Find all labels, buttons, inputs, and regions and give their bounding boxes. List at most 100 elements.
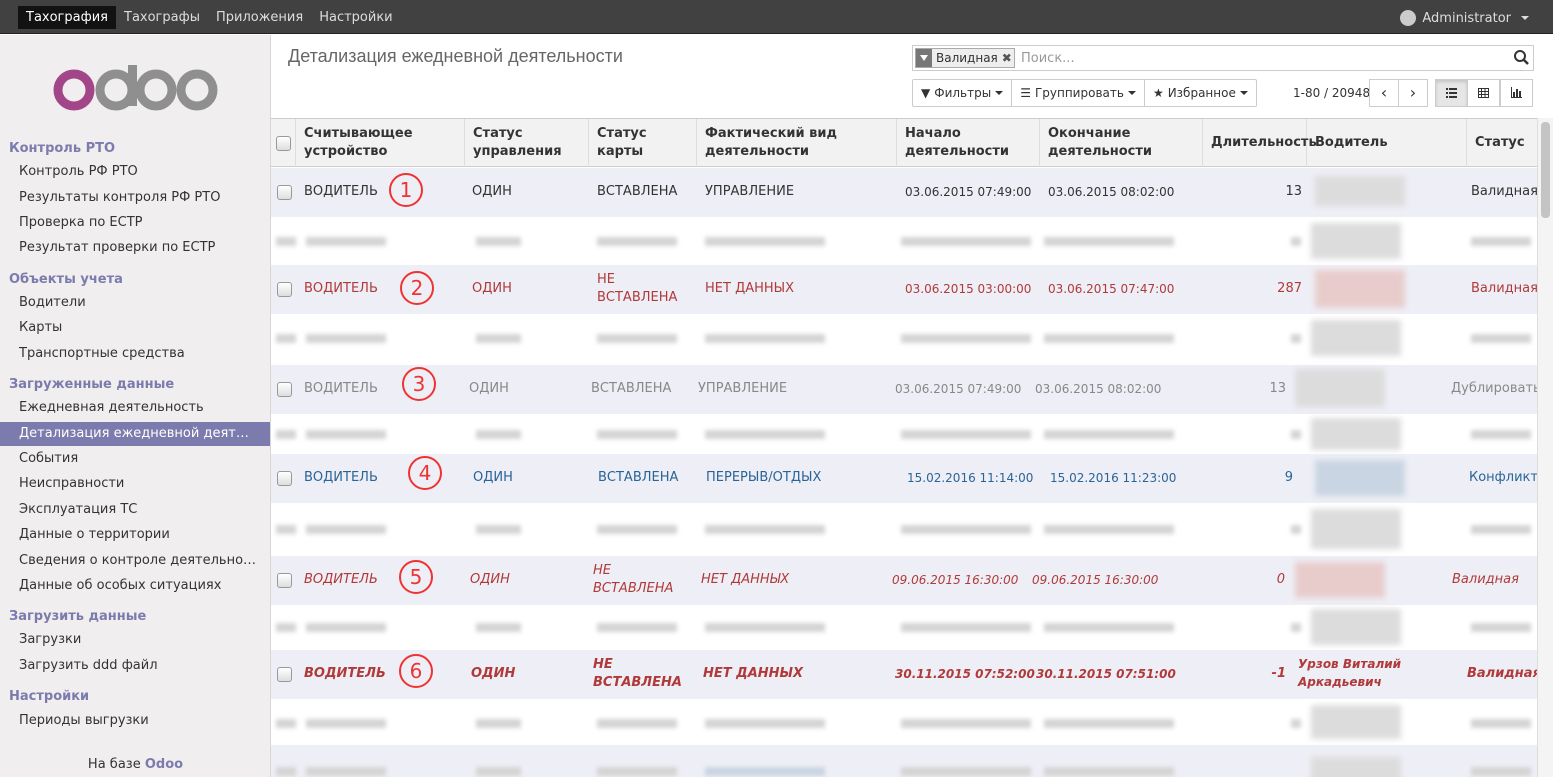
column-header-driver[interactable]: Водитель (1307, 119, 1467, 167)
row-checkbox[interactable] (277, 573, 292, 588)
column-header-card-status[interactable]: Статус карты (589, 119, 697, 167)
sidebar-item-territory-data[interactable]: Данные о территории (0, 523, 270, 547)
cell-duration: 9 (1284, 470, 1293, 485)
sidebar-item-faults[interactable]: Неисправности (0, 472, 270, 496)
sidebar-item-events[interactable]: События (0, 447, 270, 471)
table-row[interactable]: ВОДИТЕЛЬ 6 ОДИН НЕ ВСТАВЛЕНА НЕТ ДАННЫХ … (271, 650, 1537, 699)
table-row[interactable]: ВОДИТЕЛЬ 4 ОДИН ВСТАВЛЕНА ПЕРЕРЫВ/ОТДЫХ … (271, 454, 1537, 503)
menu-apps[interactable]: Приложения (208, 6, 311, 29)
sidebar-item-rf-rto-control[interactable]: Контроль РФ РТО (0, 160, 270, 184)
sidebar-item-rf-rto-results[interactable]: Результаты контроля РФ РТО (0, 186, 270, 210)
sidebar-item-daily-activity-detail[interactable]: Детализация ежедневной деят… (0, 422, 270, 446)
menu-tachography[interactable]: Тахография (18, 6, 116, 29)
select-all-checkbox[interactable] (275, 135, 291, 151)
table-row-redacted[interactable] (271, 503, 1537, 555)
pager-previous-button[interactable]: ‹ (1369, 79, 1399, 107)
sidebar-item-upload-ddd[interactable]: Загрузить ddd файл (0, 654, 270, 678)
cell-activity: ПЕРЕРЫВ/ОТДЫХ (706, 470, 822, 485)
cell-status: Валидная (1467, 666, 1537, 681)
table-scrollbar[interactable] (1537, 118, 1553, 777)
cell-start: 03.06.2015 07:49:00 (905, 185, 1032, 199)
cell-start: 03.06.2015 03:00:00 (905, 282, 1032, 296)
table-row-redacted[interactable] (271, 217, 1537, 265)
favorites-button[interactable]: ★ Избранное (1145, 80, 1256, 106)
menu-tachographs[interactable]: Тахографы (116, 6, 208, 29)
cell-device: ВОДИТЕЛЬ (304, 572, 378, 587)
footer-brand-link[interactable]: Odoo (145, 757, 183, 772)
sidebar-item-cards[interactable]: Карты (0, 316, 270, 340)
table-row[interactable]: ВОДИТЕЛЬ 2 ОДИН НЕ ВСТАВЛЕНА НЕТ ДАННЫХ … (271, 265, 1537, 314)
column-header-start[interactable]: Начало деятельности (897, 119, 1040, 167)
pivot-view-button[interactable] (1467, 79, 1500, 107)
scrollbar-thumb[interactable] (1541, 122, 1550, 218)
search-options: ▼ Фильтры ☰ Группировать ★ Избранное (912, 79, 1257, 107)
column-header-mgmt-status[interactable]: Статус управления (465, 119, 589, 167)
cell-activity: УПРАВЛЕНИЕ (698, 381, 788, 396)
sidebar-item-estr-result[interactable]: Результат проверки по ЕСТР (0, 236, 270, 260)
row-checkbox[interactable] (277, 382, 292, 397)
sidebar-item-vehicles[interactable]: Транспортные средства (0, 342, 270, 366)
column-header-end[interactable]: Окончание деятельности (1040, 119, 1203, 167)
section-loaded-data: Загруженные данные (9, 377, 175, 392)
sidebar-item-drivers[interactable]: Водители (0, 291, 270, 315)
group-by-button[interactable]: ☰ Группировать (1012, 80, 1145, 106)
sidebar-item-daily-activity[interactable]: Ежедневная деятельность (0, 396, 270, 420)
row-checkbox[interactable] (277, 282, 292, 297)
cell-mgmt-status: ОДИН (472, 281, 512, 296)
cell-duration: 13 (1269, 381, 1286, 396)
cell-device: ВОДИТЕЛЬ (304, 184, 378, 199)
pager-next-button[interactable]: › (1398, 79, 1428, 107)
row-checkbox[interactable] (277, 185, 292, 200)
column-header-status[interactable]: Статус (1467, 119, 1537, 167)
table-row[interactable]: ВОДИТЕЛЬ 5 ОДИН НЕ ВСТАВЛЕНА НЕТ ДАННЫХ … (271, 556, 1537, 605)
user-menu[interactable]: Administrator (1400, 10, 1529, 26)
filters-button[interactable]: ▼ Фильтры (913, 80, 1013, 106)
sidebar-item-export-periods[interactable]: Периоды выгрузки (0, 709, 270, 733)
cell-status: Валидная (1471, 184, 1537, 199)
row-checkbox[interactable] (277, 667, 292, 682)
pager-value[interactable]: 1-80 / 20948 (1293, 86, 1370, 100)
table-row-redacted[interactable] (271, 414, 1537, 453)
table-header: Считывающее устройство Статус управления… (271, 119, 1537, 167)
column-header-duration[interactable]: Длительность (1203, 119, 1317, 167)
sidebar-item-activity-control-info[interactable]: Сведения о контроле деятельно… (0, 549, 270, 573)
cell-mgmt-status: ОДИН (473, 470, 513, 485)
sidebar-item-estr-check[interactable]: Проверка по ЕСТР (0, 211, 270, 235)
table-row[interactable]: ВОДИТЕЛЬ 1 ОДИН ВСТАВЛЕНА УПРАВЛЕНИЕ 03.… (271, 168, 1537, 217)
cell-end: 03.06.2015 08:02:00 (1048, 185, 1175, 199)
cell-driver-redacted (1315, 460, 1405, 496)
sidebar-item-vehicle-operation[interactable]: Эксплуатация ТС (0, 498, 270, 522)
table-row-redacted[interactable] (271, 699, 1537, 744)
cell-driver: Урзов Виталий Аркадьевич (1298, 657, 1402, 689)
table-row[interactable]: ВОДИТЕЛЬ 3 ОДИН ВСТАВЛЕНА УПРАВЛЕНИЕ 03.… (271, 365, 1537, 414)
search-input[interactable]: Поиск... (1021, 51, 1075, 66)
graph-view-button[interactable] (1500, 79, 1533, 107)
cell-activity: УПРАВЛЕНИЕ (705, 184, 795, 199)
table-row-redacted[interactable] (271, 745, 1537, 777)
top-navbar: Тахография Тахографы Приложения Настройк… (0, 0, 1553, 34)
table-grid-icon (1478, 88, 1489, 98)
cell-card-status: НЕ ВСТАВЛЕНА (593, 657, 682, 690)
cell-driver-redacted (1295, 562, 1385, 598)
remove-facet-icon[interactable]: ✖ (1002, 49, 1014, 67)
user-name: Administrator (1422, 10, 1511, 26)
row-checkbox[interactable] (277, 471, 292, 486)
sidebar-item-special-situations[interactable]: Данные об особых ситуациях (0, 574, 270, 598)
table-row-redacted[interactable] (271, 314, 1537, 363)
bar-chart-icon (1511, 87, 1522, 98)
search-icon[interactable] (1513, 49, 1529, 65)
menu-settings[interactable]: Настройки (311, 6, 400, 29)
sidebar-item-uploads[interactable]: Загрузки (0, 628, 270, 652)
sidebar-footer: На базе Odoo (0, 757, 271, 772)
favorites-label: Избранное (1167, 86, 1236, 100)
column-header-activity[interactable]: Фактический вид деятельности (697, 119, 897, 167)
search-bar[interactable]: Валидная ✖ Поиск... (912, 45, 1534, 71)
list-view-button[interactable] (1435, 79, 1468, 107)
column-header-device[interactable]: Считывающее устройство (296, 119, 465, 167)
cell-activity: НЕТ ДАННЫХ (701, 572, 790, 587)
cell-device: ВОДИТЕЛЬ (304, 666, 386, 681)
cell-mgmt-status: ОДИН (472, 184, 512, 199)
table-row-redacted[interactable] (271, 605, 1537, 649)
cell-end: 30.11.2015 07:51:00 (1036, 667, 1176, 681)
cell-end: 09.06.2015 16:30:00 (1032, 573, 1159, 587)
